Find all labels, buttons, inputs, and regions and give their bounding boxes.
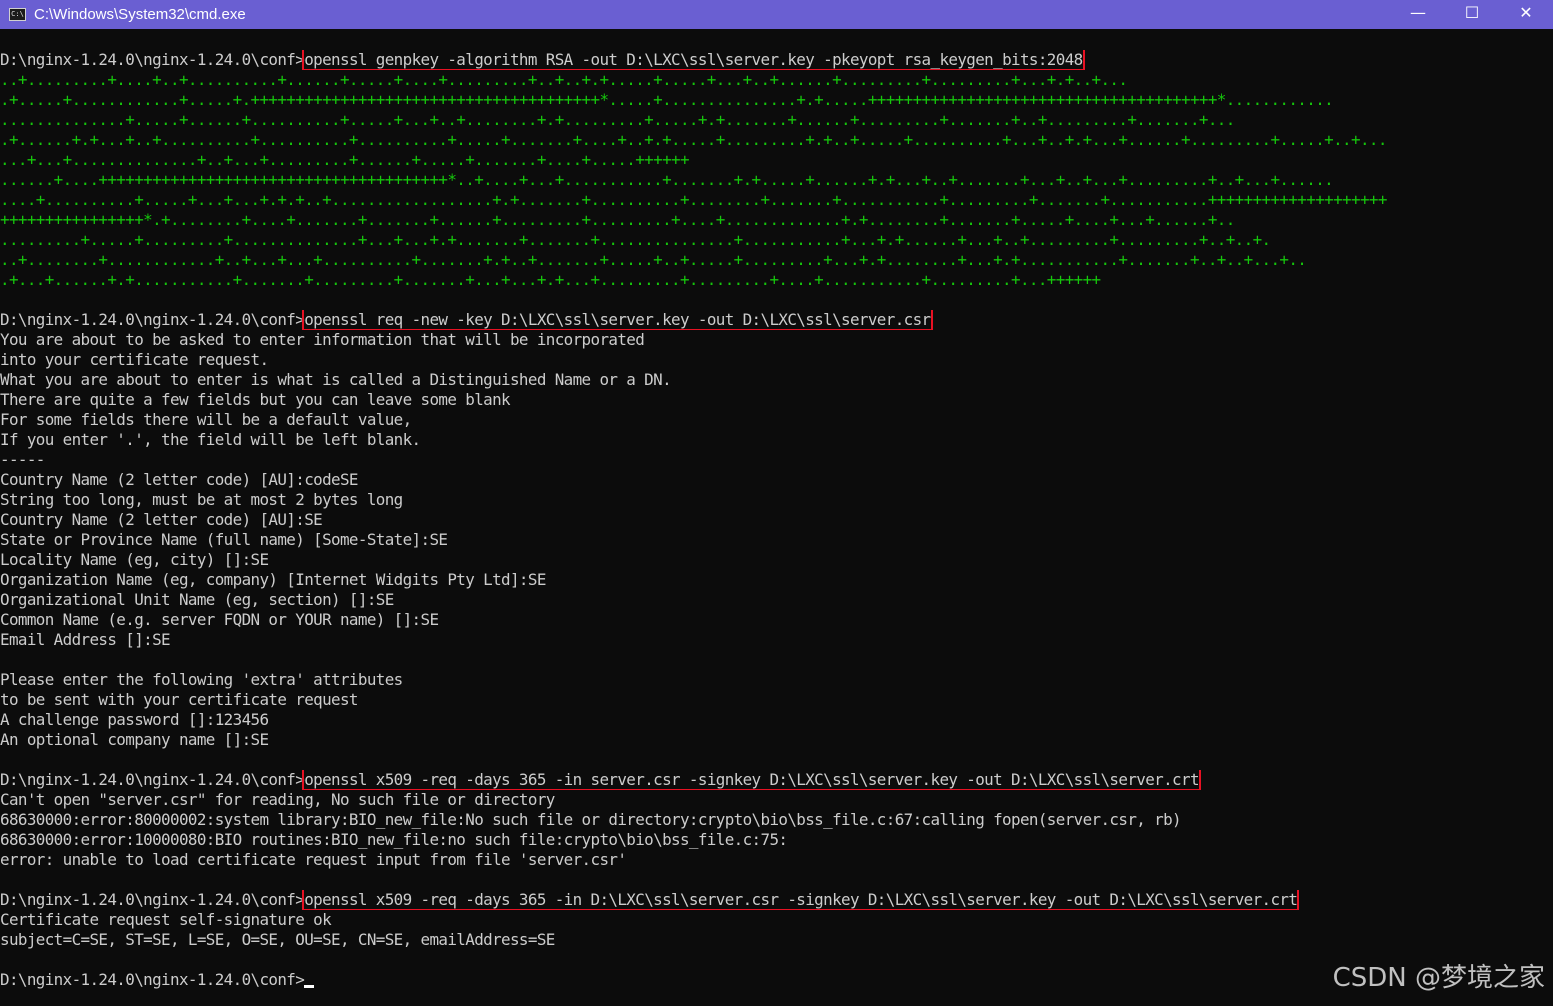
req-output: You are about to be asked to enter infor…: [0, 330, 1553, 750]
output-line: Organizational Unit Name (eg, section) […: [0, 590, 394, 609]
output-line: For some fields there will be a default …: [0, 410, 412, 429]
output-line: into your certificate request.: [0, 350, 269, 369]
maximize-button[interactable]: ☐: [1445, 0, 1499, 24]
keygen-progress: ..+.........+....+..+..........+......+.…: [0, 70, 1553, 290]
keygen-progress-line: ....+..........+.....+...+...+.+.+..+...…: [0, 190, 1387, 209]
title-bar[interactable]: C:\ C:\Windows\System32\cmd.exe — ☐ ✕: [0, 0, 1553, 29]
output-line: Country Name (2 letter code) [AU]:codeSE: [0, 470, 359, 489]
current-prompt-line[interactable]: D:\nginx-1.24.0\nginx-1.24.0\conf>: [0, 970, 1553, 990]
text-cursor: [304, 985, 315, 988]
command-req: openssl req -new -key D:\LXC\ssl\server.…: [302, 310, 933, 330]
output-line: You are about to be asked to enter infor…: [0, 330, 645, 349]
keygen-progress-line: .+......+.+...+..+..........+..........+…: [0, 130, 1387, 149]
output-line: If you enter '.', the field will be left…: [0, 430, 421, 449]
window-title: C:\Windows\System32\cmd.exe: [34, 6, 246, 23]
close-button[interactable]: ✕: [1499, 0, 1553, 24]
keygen-progress-line: ...+...+..............+..+...+.........+…: [0, 150, 690, 169]
csdn-watermark: CSDN @梦境之家: [1332, 963, 1545, 993]
prompt-line: D:\nginx-1.24.0\nginx-1.24.0\conf>openss…: [0, 890, 1553, 910]
error-line: 68630000:error:10000080:BIO routines:BIO…: [0, 830, 788, 849]
output-line: Email Address []:SE: [0, 630, 171, 649]
keygen-progress-line: .+...+......+.+...........+.......+.....…: [0, 270, 1101, 289]
keygen-progress-line: ..............+.....+......+..........+.…: [0, 110, 1235, 129]
output-line: String too long, must be at most 2 bytes…: [0, 490, 403, 509]
output-line: A challenge password []:123456: [0, 710, 269, 729]
output-line: -----: [0, 450, 45, 469]
keygen-progress-line: ..+.........+....+..+..........+......+.…: [0, 70, 1128, 89]
keygen-progress-line: .........+.....+.........+..............…: [0, 230, 1271, 249]
keygen-progress-line: .+.....+............+.....+.++++++++++++…: [0, 90, 1334, 109]
prompt: D:\nginx-1.24.0\nginx-1.24.0\conf>: [0, 310, 305, 329]
error-line: error: unable to load certificate reques…: [0, 850, 627, 869]
prompt: D:\nginx-1.24.0\nginx-1.24.0\conf>: [0, 50, 305, 69]
output-line: to be sent with your certificate request: [0, 690, 359, 709]
console-output[interactable]: D:\nginx-1.24.0\nginx-1.24.0\conf>openss…: [0, 50, 1553, 1006]
window-controls: — ☐ ✕: [1391, 0, 1553, 29]
prompt: D:\nginx-1.24.0\nginx-1.24.0\conf>: [0, 970, 305, 989]
output-line: What you are about to enter is what is c…: [0, 370, 672, 389]
output-line: Locality Name (eg, city) []:SE: [0, 550, 269, 569]
keygen-progress-line: ..+........+............+..+...+...+....…: [0, 250, 1307, 269]
keygen-progress-line: ......+....+++++++++++++++++++++++++++++…: [0, 170, 1334, 189]
output-line: Please enter the following 'extra' attri…: [0, 670, 403, 689]
prompt: D:\nginx-1.24.0\nginx-1.24.0\conf>: [0, 770, 305, 789]
command-x509-ok: openssl x509 -req -days 365 -in D:\LXC\s…: [302, 890, 1300, 910]
prompt-line: D:\nginx-1.24.0\nginx-1.24.0\conf>openss…: [0, 50, 1553, 70]
output-line: An optional company name []:SE: [0, 730, 269, 749]
command-genkey: openssl genpkey -algorithm RSA -out D:\L…: [302, 50, 1085, 70]
prompt: D:\nginx-1.24.0\nginx-1.24.0\conf>: [0, 890, 305, 909]
output-line: State or Province Name (full name) [Some…: [0, 530, 448, 549]
cmd-app-icon: C:\: [9, 8, 26, 21]
output-line: subject=C=SE, ST=SE, L=SE, O=SE, OU=SE, …: [0, 930, 555, 949]
error-line: 68630000:error:80000002:system library:B…: [0, 810, 1182, 829]
output-line: Country Name (2 letter code) [AU]:SE: [0, 510, 323, 529]
prompt-line: D:\nginx-1.24.0\nginx-1.24.0\conf>openss…: [0, 310, 1553, 330]
error-line: Can't open "server.csr" for reading, No …: [0, 790, 555, 809]
output-line: Certificate request self-signature ok: [0, 910, 332, 929]
keygen-progress-line: ++++++++++++++++*.+........+....+.......…: [0, 210, 1235, 229]
x509-success-output: Certificate request self-signature ok sub…: [0, 910, 1553, 950]
minimize-button[interactable]: —: [1391, 0, 1445, 24]
prompt-line: D:\nginx-1.24.0\nginx-1.24.0\conf>openss…: [0, 770, 1553, 790]
output-line: Common Name (e.g. server FQDN or YOUR na…: [0, 610, 439, 629]
x509-error-output: Can't open "server.csr" for reading, No …: [0, 790, 1553, 870]
output-line: There are quite a few fields but you can…: [0, 390, 511, 409]
output-line: Organization Name (eg, company) [Interne…: [0, 570, 546, 589]
command-x509-fail: openssl x509 -req -days 365 -in server.c…: [302, 770, 1201, 790]
